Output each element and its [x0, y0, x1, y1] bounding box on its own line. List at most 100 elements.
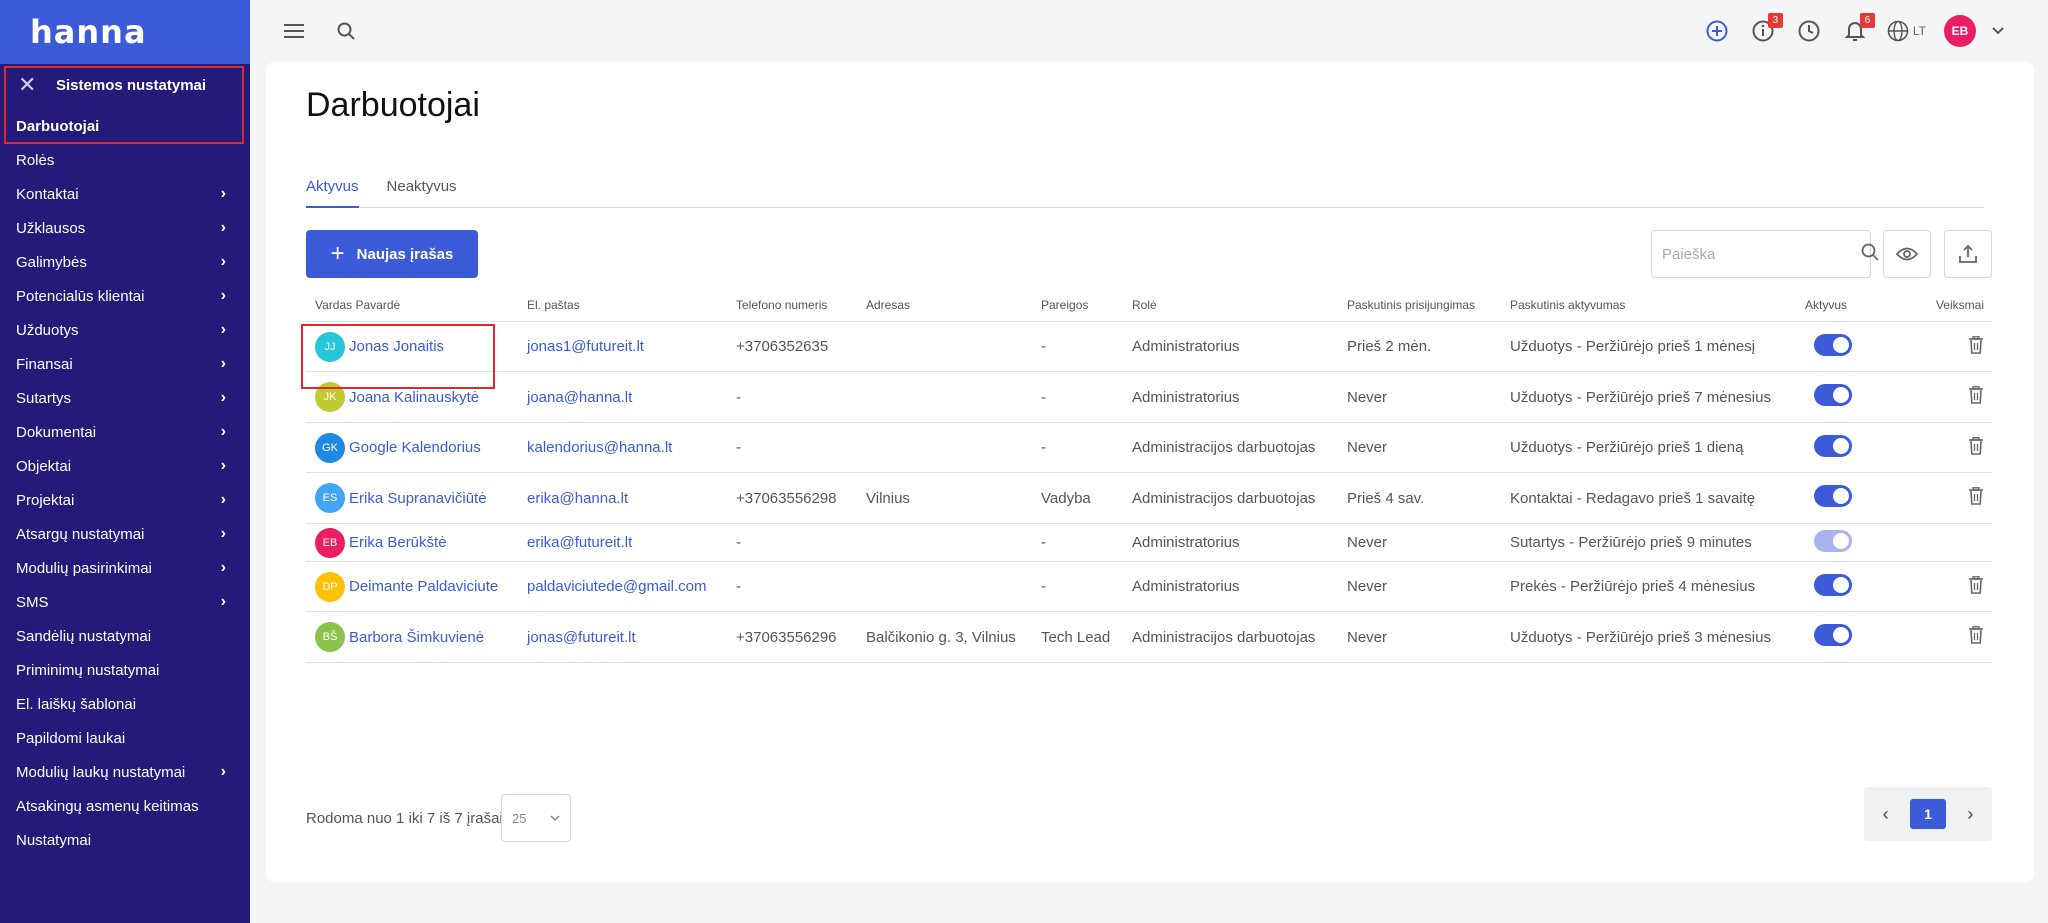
- export-button[interactable]: [1944, 230, 1992, 278]
- column-header[interactable]: Telefono numeris: [727, 298, 857, 312]
- sidebar-item[interactable]: Atsakingų asmenų keitimas: [0, 789, 250, 823]
- position-cell: Vadyba: [1041, 489, 1091, 507]
- sidebar-item[interactable]: Kontaktai ›: [0, 177, 250, 211]
- chevron-right-icon: ›: [220, 559, 226, 576]
- active-toggle[interactable]: [1814, 624, 1852, 646]
- sidebar-item[interactable]: Finansai ›: [0, 347, 250, 381]
- sidebar-item[interactable]: Potencialūs klientai ›: [0, 279, 250, 313]
- sidebar-item[interactable]: Atsargų nustatymai ›: [0, 517, 250, 551]
- user-avatar[interactable]: EB: [1944, 15, 1976, 47]
- sidebar-nav: Darbuotojai Rolės Kontaktai › Užklausos › Gali…: [0, 109, 250, 857]
- column-header[interactable]: Aktyvus: [1796, 298, 1896, 312]
- page-number[interactable]: 1: [1909, 799, 1946, 829]
- notification-badge: 6: [1859, 13, 1875, 28]
- language-selector[interactable]: LT: [1887, 20, 1926, 42]
- sidebar-item[interactable]: Projektai ›: [0, 483, 250, 517]
- role-cell: Administracijos darbuotojas: [1132, 628, 1316, 646]
- sidebar-item[interactable]: Užduotys ›: [0, 313, 250, 347]
- sidebar-item[interactable]: Sutartys ›: [0, 381, 250, 415]
- trash-icon[interactable]: [1968, 575, 1984, 594]
- last-login-cell: Never: [1347, 439, 1388, 456]
- sidebar-item[interactable]: Darbuotojai: [0, 109, 250, 143]
- trash-icon[interactable]: [1968, 436, 1984, 455]
- menu-icon[interactable]: [280, 17, 308, 45]
- clock-icon[interactable]: [1795, 17, 1823, 45]
- trash-icon[interactable]: [1968, 487, 1984, 505]
- active-toggle[interactable]: [1814, 333, 1852, 356]
- employee-name-link[interactable]: BŠ Barbora Šimkuvienė: [315, 622, 518, 652]
- active-toggle[interactable]: [1814, 485, 1852, 507]
- bell-icon[interactable]: 6: [1841, 13, 1875, 45]
- trash-icon[interactable]: [1968, 335, 1984, 354]
- employee-name-link[interactable]: GK Google Kalendorius: [315, 432, 518, 463]
- sidebar-item[interactable]: Sandėlių nustatymai: [0, 619, 250, 653]
- brand-logo[interactable]: hanna: [0, 0, 250, 64]
- sidebar-item[interactable]: El. laiškų šablonai: [0, 687, 250, 721]
- email-link[interactable]: kalendorius@hanna.lt: [527, 439, 672, 456]
- chevron-down-icon[interactable]: [1984, 17, 2012, 45]
- search-icon[interactable]: [332, 17, 360, 45]
- sidebar-item[interactable]: Papildomi laukai: [0, 721, 250, 755]
- column-header[interactable]: Paskutinis aktyvumas: [1501, 298, 1796, 312]
- active-toggle[interactable]: [1814, 434, 1852, 457]
- table-row: BŠ Barbora Šimkuvienė jonas@futureit.lt +37…: [306, 612, 1992, 663]
- employee-avatar: EB: [315, 527, 345, 558]
- per-page-select[interactable]: 25: [501, 794, 571, 842]
- sidebar-item[interactable]: Galimybės ›: [0, 245, 250, 279]
- email-link[interactable]: paldaviciutede@gmail.com: [527, 578, 706, 595]
- column-header[interactable]: El. paštas: [518, 298, 727, 312]
- table-row: JK Joana Kalinauskytė joana@hanna.lt - - Admi…: [306, 372, 1992, 423]
- sidebar-item-label: Sutartys: [16, 389, 72, 407]
- employee-name-link[interactable]: ES Erika Supranavičiūtė: [315, 483, 518, 513]
- employee-name-link[interactable]: EB Erika Berūkštė: [315, 527, 518, 558]
- employee-avatar: DP: [315, 571, 345, 602]
- sidebar-item[interactable]: Objektai ›: [0, 449, 250, 483]
- info-icon[interactable]: 3: [1749, 13, 1783, 45]
- column-header[interactable]: Vardas Pavardė: [306, 298, 518, 312]
- email-link[interactable]: erika@futureit.lt: [527, 534, 632, 551]
- column-header[interactable]: Pareigos: [1032, 298, 1123, 312]
- column-header[interactable]: Paskutinis prisijungimas: [1338, 298, 1501, 312]
- close-icon[interactable]: ✕: [18, 74, 38, 96]
- sidebar-item[interactable]: SMS ›: [0, 585, 250, 619]
- position-cell: -: [1041, 534, 1046, 551]
- active-toggle[interactable]: [1814, 573, 1852, 596]
- add-circle-icon[interactable]: [1703, 17, 1731, 45]
- prev-page-icon[interactable]: ‹: [1883, 804, 1889, 825]
- search-icon[interactable]: [1861, 243, 1879, 266]
- sidebar-item[interactable]: Dokumentai ›: [0, 415, 250, 449]
- sidebar-item[interactable]: Modulių laukų nustatymai ›: [0, 755, 250, 789]
- sidebar-item[interactable]: Modulių pasirinkimai ›: [0, 551, 250, 585]
- pagination-summary: Rodoma nuo 1 iki 7 iš 7 įrašai: [306, 810, 503, 827]
- main-card: Darbuotojai Aktyvus Neaktyvus + Naujas į…: [266, 62, 2034, 882]
- active-toggle[interactable]: [1814, 384, 1852, 406]
- last-login-cell: Prieš 2 mėn.: [1347, 338, 1432, 355]
- new-record-button[interactable]: + Naujas įrašas: [306, 230, 478, 278]
- phone-cell: -: [736, 439, 741, 456]
- chevron-right-icon: ›: [220, 593, 226, 610]
- position-cell: Tech Lead: [1041, 628, 1111, 646]
- email-link[interactable]: joana@hanna.lt: [527, 389, 632, 406]
- next-page-icon[interactable]: ›: [1967, 804, 1973, 825]
- table-row: GK Google Kalendorius kalendorius@hanna.lt…: [306, 423, 1992, 473]
- email-link[interactable]: erika@hanna.lt: [527, 490, 628, 507]
- column-header[interactable]: Adresas: [857, 298, 1032, 312]
- sidebar-item[interactable]: Užklausos ›: [0, 211, 250, 245]
- trash-icon[interactable]: [1968, 386, 1984, 404]
- last-activity-cell: Užduotys - Peržiūrėjo prieš 1 mėnesį: [1510, 338, 1756, 355]
- active-toggle[interactable]: [1814, 529, 1852, 552]
- sidebar-item-label: Papildomi laukai: [16, 729, 126, 747]
- search-input[interactable]: [1662, 245, 1861, 263]
- phone-cell: +37063556296: [736, 628, 837, 646]
- email-link[interactable]: jonas1@futureit.lt: [527, 338, 644, 355]
- sidebar-item[interactable]: Rolės: [0, 143, 250, 177]
- tab-inactive[interactable]: Neaktyvus: [387, 172, 457, 208]
- tab-active[interactable]: Aktyvus: [306, 172, 359, 208]
- sidebar-item[interactable]: Priminimų nustatymai: [0, 653, 250, 687]
- column-visibility-button[interactable]: [1883, 230, 1931, 278]
- column-header[interactable]: Rolė: [1123, 298, 1338, 312]
- email-link[interactable]: jonas@futureit.lt: [527, 629, 636, 646]
- trash-icon[interactable]: [1968, 626, 1984, 644]
- sidebar-item[interactable]: Nustatymai: [0, 823, 250, 857]
- employee-name-link[interactable]: DP Deimante Paldaviciute: [315, 571, 518, 602]
